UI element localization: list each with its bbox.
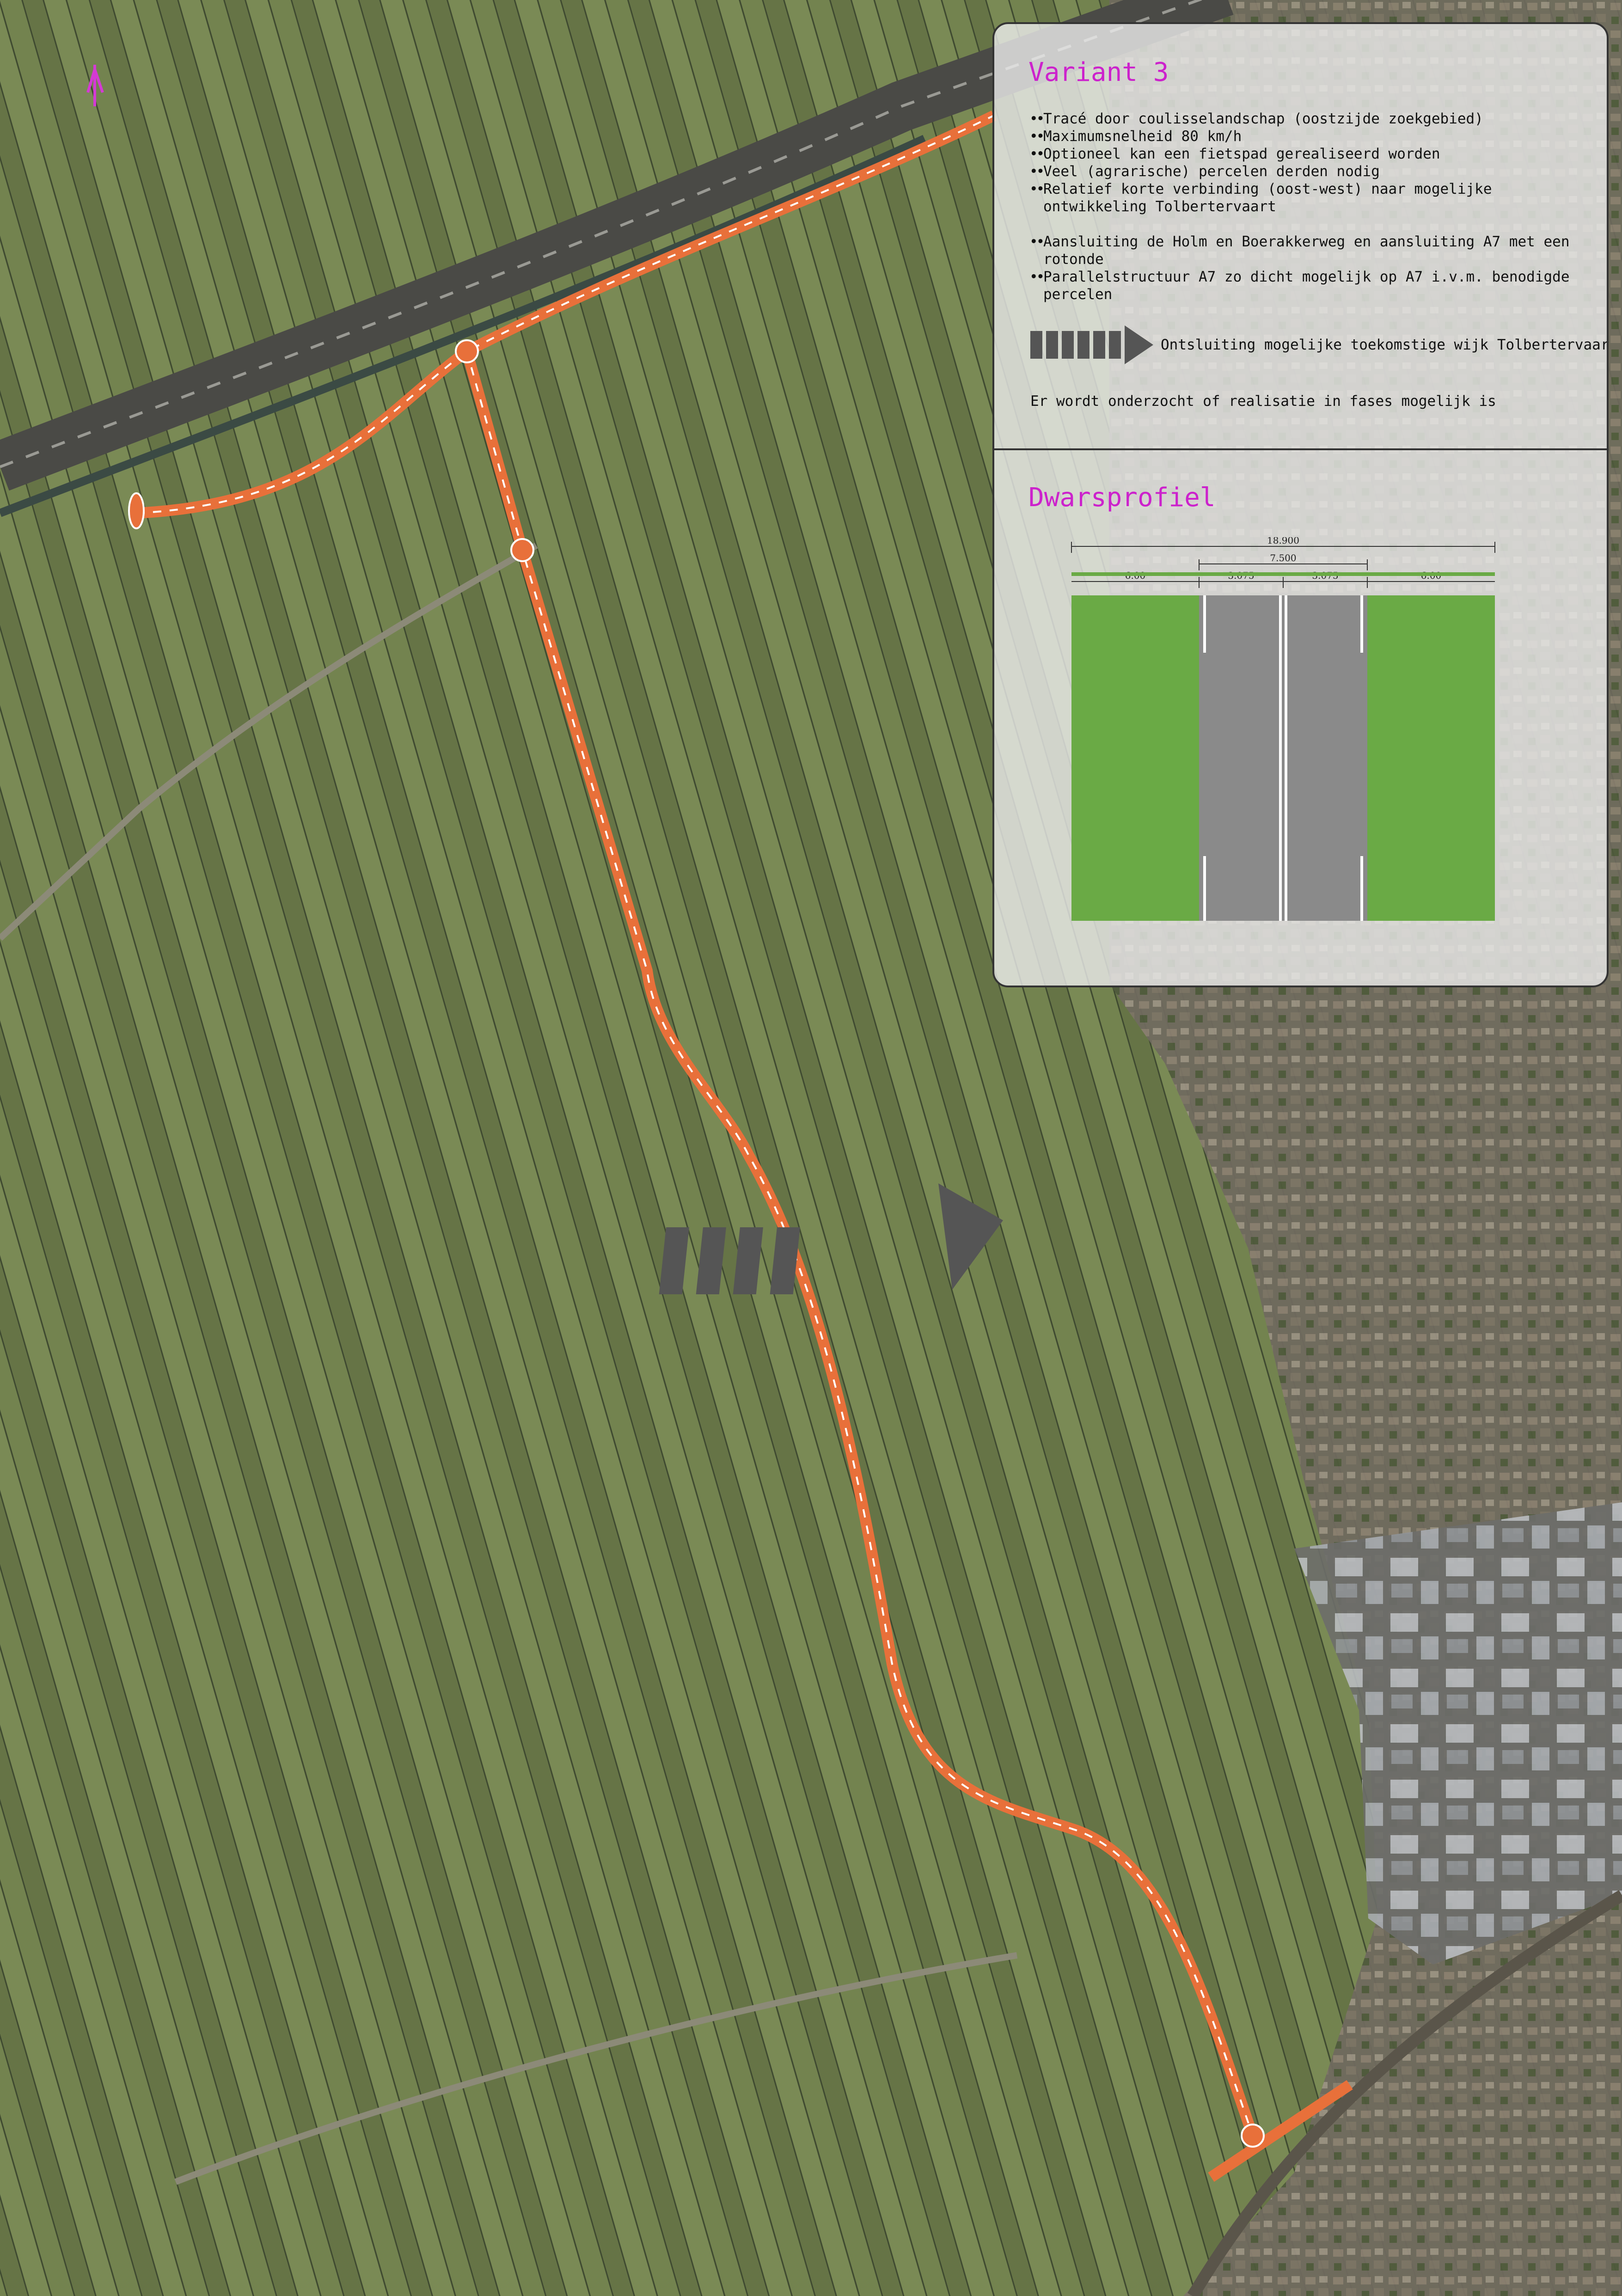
roundabout[interactable] [1241,2124,1265,2148]
cross-section-diagram: 18.900 7.500 6.00 3.075 3.075 6.00 [1071,537,1495,921]
access-arrow-icon [1030,325,1153,364]
variant-title: Variant 3 [1028,57,1169,87]
verge-strip [1071,572,1495,576]
list-item: Aansluiting de Holm en Boerakkerweg en a… [1029,233,1570,268]
list-item: Relatief korte verbinding (oost-west) na… [1029,180,1570,215]
list-item: Veel (agrarische) percelen derden nodig [1029,163,1570,180]
section-title: Dwarsprofiel [1028,483,1216,513]
roundabout[interactable] [455,339,479,363]
carriageway [1199,595,1367,921]
verge-left [1071,595,1199,921]
list-item: Optioneel kan een fietspad gerealiseerd … [1029,145,1570,163]
list-item: Parallelstructuur A7 zo dicht mogelijk o… [1029,268,1570,303]
list-item: Tracé door coulisselandschap (oostzijde … [1029,110,1570,128]
phasing-note: Er wordt onderzocht of realisatie in fas… [1030,393,1496,410]
divider [994,448,1607,450]
arrow-legend: Ontsluiting mogelijke toekomstige wijk T… [1030,325,1607,364]
dim-carriageway: 7.500 [1270,552,1296,563]
dim-total: 18.900 [1267,537,1299,546]
verge-right [1367,595,1495,921]
info-panel: Variant 3 Tracé door coulisselandschap (… [992,22,1609,987]
list-item: Maximumsnelheid 80 km/h [1029,128,1570,145]
roundabout[interactable] [510,538,534,562]
arrow-legend-label: Ontsluiting mogelijke toekomstige wijk T… [1161,337,1609,353]
roundabout[interactable] [128,492,145,529]
bullet-list: Tracé door coulisselandschap (oostzijde … [1029,110,1570,303]
